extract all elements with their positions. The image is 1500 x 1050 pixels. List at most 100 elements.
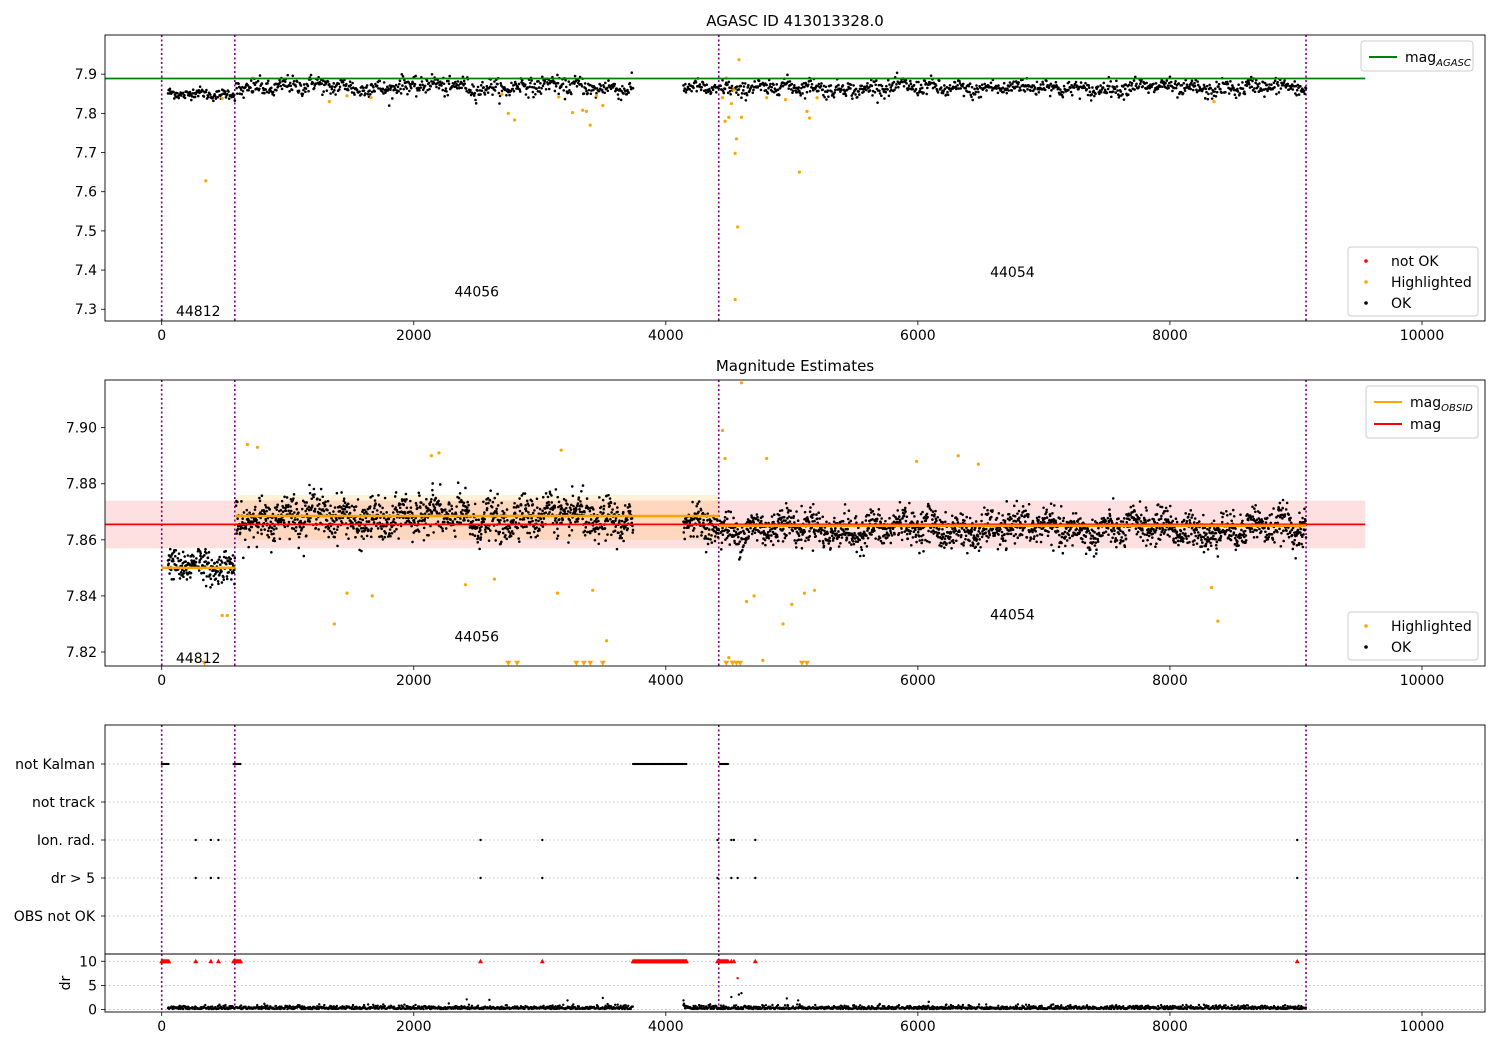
ok-point xyxy=(1145,81,1148,85)
ok-point xyxy=(818,517,822,520)
ok-point xyxy=(234,504,238,507)
ok-point xyxy=(555,537,559,540)
ok-point xyxy=(719,84,722,88)
ok-point xyxy=(524,93,528,96)
ok-point xyxy=(432,531,435,534)
ok-point xyxy=(914,87,918,91)
legend-label: not OK xyxy=(1391,254,1439,270)
ok-point xyxy=(493,80,496,83)
ok-point xyxy=(1139,82,1142,86)
ok-point xyxy=(168,547,172,551)
ok-point xyxy=(770,534,773,537)
ok-point xyxy=(1043,88,1047,92)
ok-point xyxy=(217,89,221,93)
ok-point xyxy=(1013,542,1017,545)
ok-point xyxy=(560,506,564,510)
ok-point xyxy=(1128,518,1131,521)
ok-point xyxy=(1116,89,1119,92)
ok-point xyxy=(300,507,304,511)
ok-point xyxy=(744,541,747,544)
ok-point xyxy=(442,82,446,86)
ok-point xyxy=(521,511,524,515)
ok-point xyxy=(341,510,345,514)
ok-point xyxy=(287,520,291,524)
ok-point xyxy=(304,509,307,513)
ok-point xyxy=(199,557,203,560)
ok-point xyxy=(267,535,271,539)
ok-point xyxy=(468,532,472,536)
ok-point xyxy=(1201,541,1204,544)
ok-point xyxy=(393,495,397,498)
ok-point xyxy=(1061,519,1065,523)
ok-point xyxy=(867,527,871,530)
ok-point xyxy=(692,535,695,538)
ok-point xyxy=(204,584,208,588)
ok-point xyxy=(821,515,825,519)
ok-point xyxy=(1154,528,1158,532)
ok-point xyxy=(1214,537,1217,541)
ok-point xyxy=(1158,538,1162,541)
ok-point xyxy=(198,85,202,89)
ok-point xyxy=(178,577,182,580)
ok-point xyxy=(276,503,279,507)
ok-point xyxy=(552,531,556,534)
ok-point xyxy=(1112,532,1116,536)
ok-point xyxy=(597,519,600,523)
ok-point xyxy=(833,91,836,94)
ok-point xyxy=(597,532,601,536)
ok-point xyxy=(1115,79,1118,83)
ok-point xyxy=(1043,521,1046,524)
ok-point xyxy=(1069,86,1072,90)
ok-point xyxy=(541,495,545,499)
ok-point xyxy=(233,582,236,586)
ok-point xyxy=(956,521,960,524)
ok-point xyxy=(828,539,832,543)
obsid-label: 44056 xyxy=(455,285,500,301)
ok-point xyxy=(367,520,371,523)
ok-point xyxy=(200,571,203,575)
ok-point xyxy=(893,88,896,92)
ok-point xyxy=(177,96,181,100)
ok-point xyxy=(500,501,503,505)
ok-point xyxy=(857,93,861,96)
ok-point xyxy=(904,519,908,523)
ok-point xyxy=(409,86,413,90)
ok-point xyxy=(266,79,270,83)
ok-point xyxy=(1096,85,1100,88)
ok-point xyxy=(531,519,534,523)
ok-point xyxy=(820,82,823,85)
ok-point xyxy=(944,510,947,514)
ok-point xyxy=(1196,80,1199,83)
ok-point xyxy=(275,527,278,530)
ok-point xyxy=(1013,514,1017,518)
ok-point xyxy=(1065,539,1069,542)
ok-point xyxy=(235,86,238,90)
ok-point xyxy=(1181,92,1185,95)
ok-point xyxy=(297,535,301,539)
ok-point xyxy=(1214,94,1218,98)
ok-point xyxy=(213,561,216,565)
legend-label: OK xyxy=(1391,296,1412,312)
ok-point xyxy=(564,85,568,89)
ok-point xyxy=(399,87,402,91)
ok-point xyxy=(925,512,929,516)
ok-point xyxy=(973,92,977,96)
ok-point xyxy=(1134,527,1138,530)
ok-point xyxy=(1091,518,1094,522)
ok-point xyxy=(785,533,788,537)
ok-point xyxy=(518,497,521,500)
ok-point xyxy=(327,535,330,539)
ok-point xyxy=(1089,99,1093,102)
ok-point xyxy=(1190,532,1193,536)
ok-point xyxy=(1009,532,1013,536)
ok-point xyxy=(1132,79,1136,82)
ok-point xyxy=(1104,519,1107,523)
ok-point xyxy=(888,83,891,86)
ok-point xyxy=(689,535,693,538)
ok-point xyxy=(823,95,826,99)
ok-point xyxy=(905,515,909,519)
ok-point xyxy=(1136,521,1139,524)
ok-point xyxy=(1071,512,1075,515)
ok-point xyxy=(1224,90,1227,94)
ok-point xyxy=(247,88,250,92)
